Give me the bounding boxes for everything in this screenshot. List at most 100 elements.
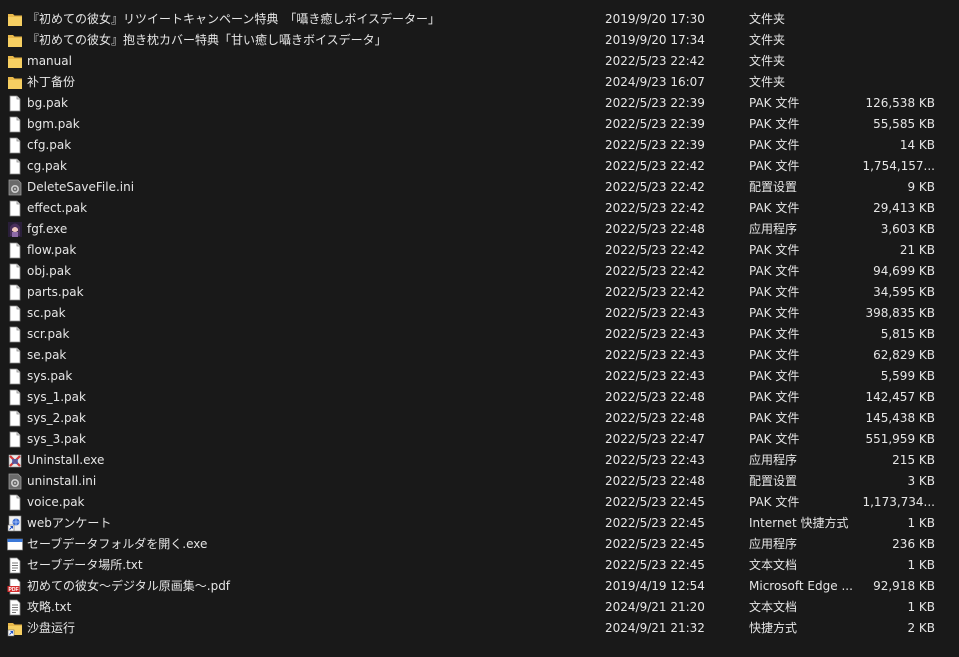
file-icon (7, 494, 23, 511)
file-row[interactable]: bg.pak 2022/5/23 22:39 PAK 文件 126,538 KB (0, 93, 959, 114)
file-row[interactable]: parts.pak 2022/5/23 22:42 PAK 文件 34,595 KB (0, 282, 959, 303)
file-row[interactable]: sys.pak 2022/5/23 22:43 PAK 文件 5,599 KB (0, 366, 959, 387)
file-row[interactable]: webアンケート 2022/5/23 22:45 Internet 快捷方式 1 KB (0, 513, 959, 534)
file-name: fgf.exe (27, 222, 68, 236)
app-icon (7, 221, 23, 238)
file-size: 126,538 KB (865, 96, 935, 110)
file-date-modified: 2024/9/23 16:07 (605, 75, 705, 89)
file-row[interactable]: 『初めての彼女』リツイートキャンペーン特典 「囁き癒しボイスデーター」 2019/… (0, 9, 959, 30)
file-date-modified: 2019/9/20 17:34 (605, 33, 705, 47)
file-type: PAK 文件 (749, 264, 800, 278)
file-type: PAK 文件 (749, 201, 800, 215)
file-type: PAK 文件 (749, 327, 800, 341)
file-name: sys.pak (27, 369, 73, 383)
file-type: 文件夹 (749, 33, 786, 47)
file-size: 1 KB (907, 558, 935, 572)
file-date-modified: 2022/5/23 22:43 (605, 369, 705, 383)
folder-icon (7, 32, 23, 49)
file-name: parts.pak (27, 285, 84, 299)
file-name: obj.pak (27, 264, 72, 278)
file-size: 236 KB (892, 537, 935, 551)
file-row[interactable]: sys_2.pak 2022/5/23 22:48 PAK 文件 145,438 KB (0, 408, 959, 429)
file-name: manual (27, 54, 72, 68)
file-name: 攻略.txt (27, 600, 72, 614)
file-date-modified: 2022/5/23 22:45 (605, 558, 705, 572)
file-type: PAK 文件 (749, 138, 800, 152)
file-size: 145,438 KB (865, 411, 935, 425)
file-date-modified: 2022/5/23 22:42 (605, 201, 705, 215)
file-date-modified: 2019/9/20 17:30 (605, 12, 705, 26)
file-row[interactable]: bgm.pak 2022/5/23 22:39 PAK 文件 55,585 KB (0, 114, 959, 135)
file-name: uninstall.ini (27, 474, 97, 488)
file-type: PAK 文件 (749, 117, 800, 131)
file-row[interactable]: sys_1.pak 2022/5/23 22:48 PAK 文件 142,457 KB (0, 387, 959, 408)
folder-icon (7, 11, 23, 28)
file-row[interactable]: sc.pak 2022/5/23 22:43 PAK 文件 398,835 KB (0, 303, 959, 324)
file-row[interactable]: effect.pak 2022/5/23 22:42 PAK 文件 29,413 KB (0, 198, 959, 219)
internet-shortcut-icon (7, 515, 23, 532)
file-row[interactable]: cg.pak 2022/5/23 22:42 PAK 文件 1,754,157... (0, 156, 959, 177)
file-type: PAK 文件 (749, 243, 800, 257)
file-type: PAK 文件 (749, 348, 800, 362)
file-size: 9 KB (907, 180, 935, 194)
file-row[interactable]: voice.pak 2022/5/23 22:45 PAK 文件 1,173,734.… (0, 492, 959, 513)
file-date-modified: 2022/5/23 22:39 (605, 117, 705, 131)
file-size: 92,918 KB (873, 579, 935, 593)
file-size: 3 KB (907, 474, 935, 488)
file-row[interactable]: manual 2022/5/23 22:42 文件夹 (0, 51, 959, 72)
file-row[interactable]: セーブデータフォルダを開く.exe 2022/5/23 22:45 应用程序 236 … (0, 534, 959, 555)
file-row[interactable]: scr.pak 2022/5/23 22:43 PAK 文件 5,815 KB (0, 324, 959, 345)
file-type: 应用程序 (749, 222, 798, 236)
file-type: PAK 文件 (749, 432, 800, 446)
file-name: bgm.pak (27, 117, 80, 131)
file-size: 1,754,157... (862, 159, 935, 173)
file-type: 配置设置 (749, 474, 798, 488)
file-date-modified: 2022/5/23 22:42 (605, 264, 705, 278)
file-row[interactable]: se.pak 2022/5/23 22:43 PAK 文件 62,829 KB (0, 345, 959, 366)
file-name: cfg.pak (27, 138, 72, 152)
file-name: DeleteSaveFile.ini (27, 180, 135, 194)
settings-file-icon (7, 179, 23, 196)
folder-icon (7, 53, 23, 70)
file-row[interactable]: 『初めての彼女』抱き枕カバー特典「甘い癒し囁きボイスデータ」 2019/9/20 … (0, 30, 959, 51)
file-date-modified: 2022/5/23 22:39 (605, 138, 705, 152)
file-name: 『初めての彼女』抱き枕カバー特典「甘い癒し囁きボイスデータ」 (27, 33, 387, 47)
file-row[interactable]: 补丁备份 2024/9/23 16:07 文件夹 (0, 72, 959, 93)
file-row[interactable]: 攻略.txt 2024/9/21 21:20 文本文档 1 KB (0, 597, 959, 618)
file-type: PAK 文件 (749, 390, 800, 404)
file-row[interactable]: 沙盘运行 2024/9/21 21:32 快捷方式 2 KB (0, 618, 959, 639)
file-name: se.pak (27, 348, 67, 362)
file-size: 29,413 KB (873, 201, 935, 215)
file-row[interactable]: fgf.exe 2022/5/23 22:48 应用程序 3,603 KB (0, 219, 959, 240)
file-size: 5,815 KB (880, 327, 935, 341)
file-date-modified: 2022/5/23 22:48 (605, 222, 705, 236)
file-icon (7, 326, 23, 343)
file-row[interactable]: PDF 初めての彼女～デジタル原画集～.pdf 2019/4/19 12:54 Mic… (0, 576, 959, 597)
file-date-modified: 2022/5/23 22:45 (605, 537, 705, 551)
file-type: 文本文档 (749, 600, 798, 614)
file-type: 文本文档 (749, 558, 798, 572)
file-row[interactable]: セーブデータ場所.txt 2022/5/23 22:45 文本文档 1 KB (0, 555, 959, 576)
file-type: Microsoft Edge ... (749, 579, 853, 593)
file-icon (7, 284, 23, 301)
file-name: bg.pak (27, 96, 68, 110)
file-row[interactable]: DeleteSaveFile.ini 2022/5/23 22:42 配置设置 9 K… (0, 177, 959, 198)
file-row[interactable]: obj.pak 2022/5/23 22:42 PAK 文件 94,699 KB (0, 261, 959, 282)
file-size: 215 KB (892, 453, 935, 467)
file-row[interactable]: uninstall.ini 2022/5/23 22:48 配置设置 3 KB (0, 471, 959, 492)
file-type: 应用程序 (749, 537, 798, 551)
file-row[interactable]: sys_3.pak 2022/5/23 22:47 PAK 文件 551,959 KB (0, 429, 959, 450)
file-size: 34,595 KB (873, 285, 935, 299)
file-icon (7, 263, 23, 280)
file-name: effect.pak (27, 201, 88, 215)
file-icon (7, 200, 23, 217)
file-row[interactable]: Uninstall.exe 2022/5/23 22:43 应用程序 215 KB (0, 450, 959, 471)
file-icon (7, 347, 23, 364)
file-date-modified: 2022/5/23 22:43 (605, 348, 705, 362)
file-row[interactable]: flow.pak 2022/5/23 22:42 PAK 文件 21 KB (0, 240, 959, 261)
file-row[interactable]: cfg.pak 2022/5/23 22:39 PAK 文件 14 KB (0, 135, 959, 156)
file-size: 3,603 KB (880, 222, 935, 236)
file-name: webアンケート (27, 516, 112, 530)
file-type: PAK 文件 (749, 159, 800, 173)
file-type: 文件夹 (749, 12, 786, 26)
